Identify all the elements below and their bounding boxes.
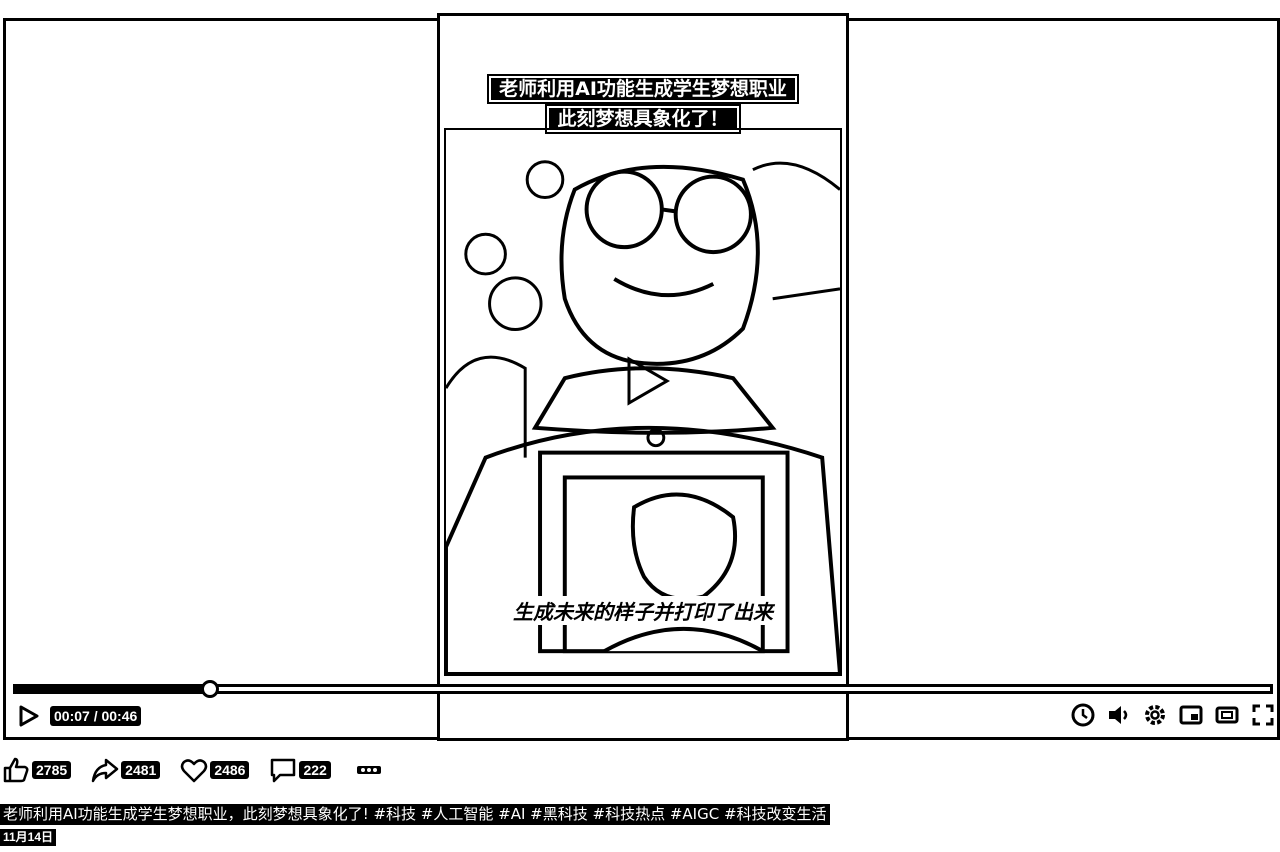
pip-icon[interactable]: [1179, 703, 1203, 727]
time-display: 00:07 / 00:46: [50, 706, 142, 726]
post-date: 11月14日: [0, 829, 57, 846]
comment-count: 222: [299, 761, 331, 779]
like-button[interactable]: 2785: [2, 756, 72, 784]
more-options-icon[interactable]: [355, 756, 383, 784]
comment-bubble-icon: [271, 758, 296, 783]
heart-icon: [181, 759, 208, 783]
video-title-overlay: 老师利用AI功能生成学生梦想职业 此刻梦想具象化了！: [440, 74, 846, 134]
video-title-line-1: 老师利用AI功能生成学生梦想职业: [487, 74, 799, 104]
video-subtitle: 生成未来的样子并打印了出来: [440, 596, 846, 625]
widescreen-icon[interactable]: [1215, 703, 1239, 727]
player-controls: 00:07 / 00:46: [13, 703, 1275, 729]
play-icon[interactable]: [17, 705, 39, 727]
share-count: 2481: [121, 761, 161, 779]
speed-icon[interactable]: [1071, 703, 1095, 727]
like-count: 2785: [32, 761, 72, 779]
share-button[interactable]: 2481: [91, 756, 161, 784]
comment-button[interactable]: 222: [269, 756, 331, 784]
engagement-bar: 2785 2481 2486 222: [2, 756, 383, 784]
share-arrow-icon: [91, 758, 119, 783]
fullscreen-icon[interactable]: [1251, 703, 1275, 727]
progress-bar[interactable]: [13, 680, 1273, 698]
progress-fill: [16, 687, 211, 691]
volume-icon[interactable]: [1107, 703, 1131, 727]
video-frame[interactable]: 老师利用AI功能生成学生梦想职业 此刻梦想具象化了！ 生成未来的样子并打印了出来: [437, 13, 849, 741]
post-description: 老师利用AI功能生成学生梦想职业，此刻梦想具象化了! #科技 #人工智能 #AI…: [0, 804, 830, 825]
favorite-count: 2486: [210, 761, 250, 779]
player-controls-right: [1071, 703, 1275, 727]
thumbs-up-icon: [3, 757, 29, 783]
subtitle-text: 生成未来的样子并打印了出来: [511, 596, 775, 625]
settings-icon[interactable]: [1143, 703, 1167, 727]
favorite-button[interactable]: 2486: [180, 756, 250, 784]
center-play-icon[interactable]: [615, 351, 675, 411]
